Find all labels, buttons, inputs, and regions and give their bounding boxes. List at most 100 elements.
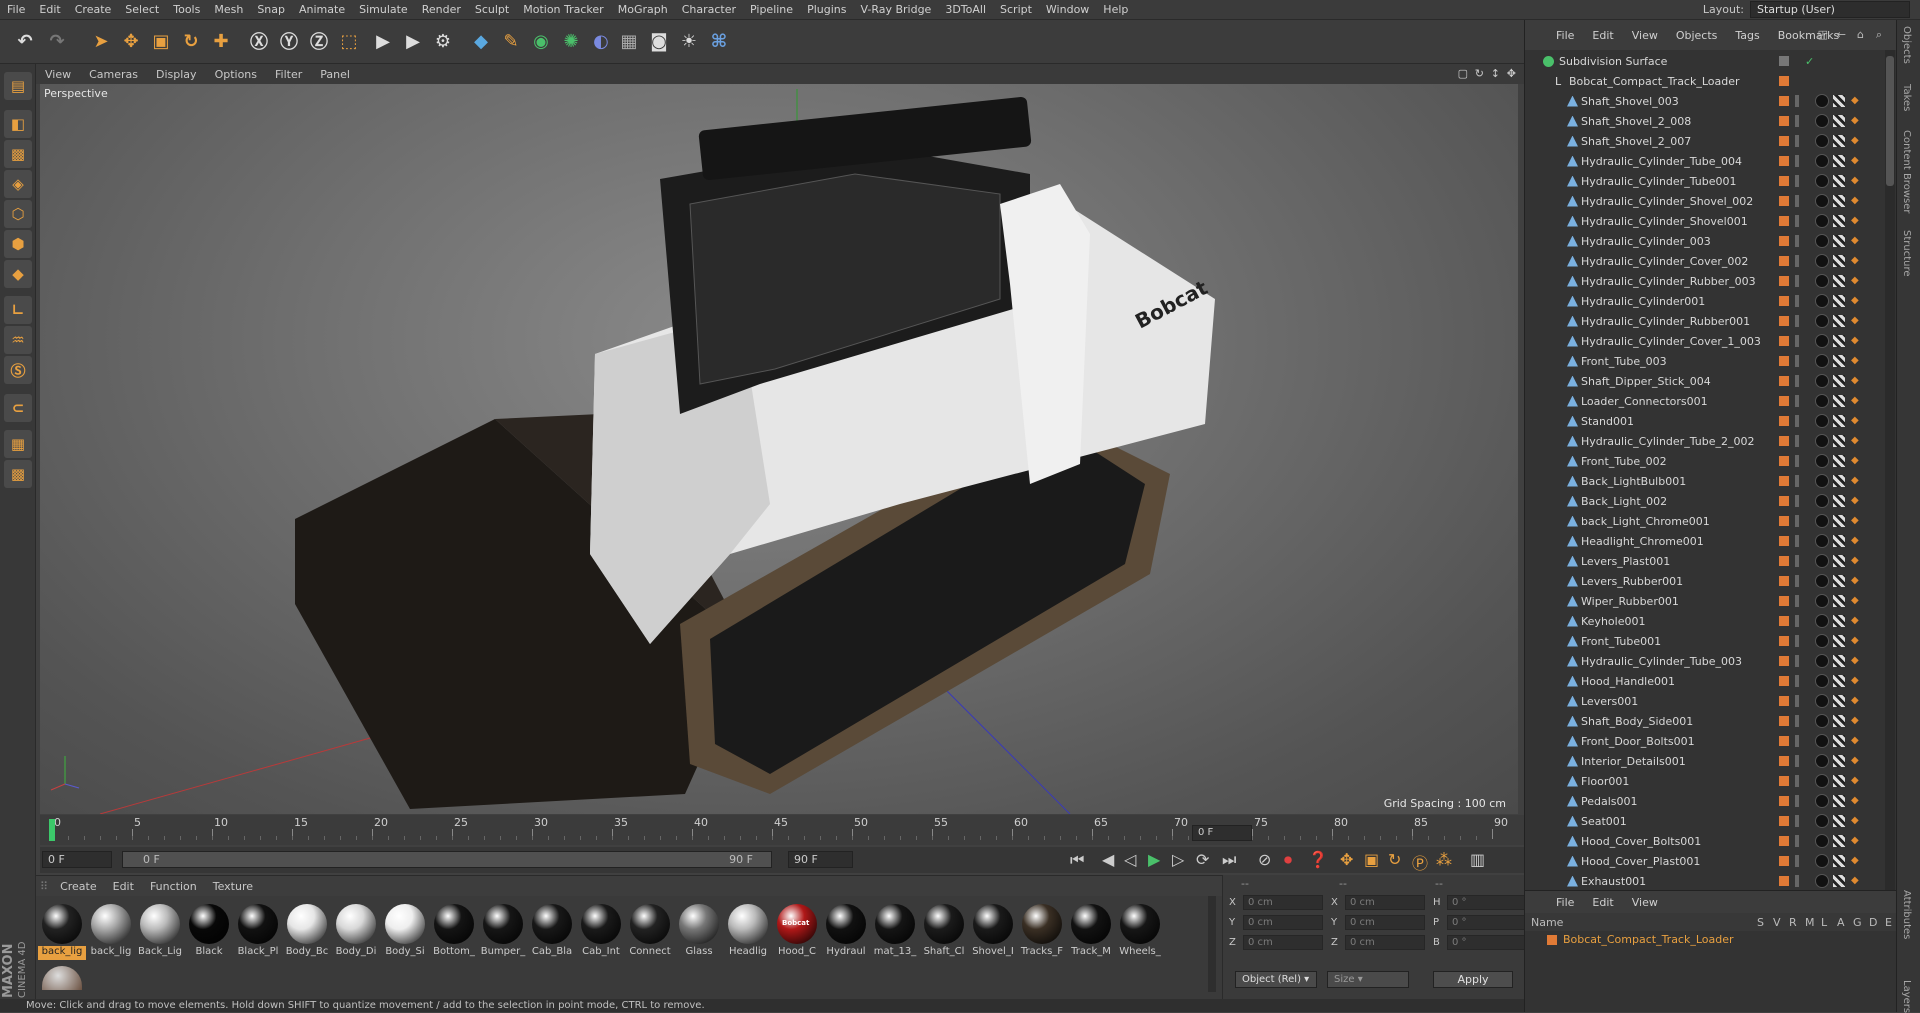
- layer-tag[interactable]: [1779, 156, 1789, 166]
- object-row[interactable]: Front_Tube001 ◆: [1525, 631, 1885, 651]
- material-menu-function[interactable]: Function: [142, 880, 205, 893]
- phong-tag[interactable]: ◆: [1851, 716, 1861, 726]
- uvw-tag[interactable]: [1833, 315, 1845, 327]
- visibility-toggle[interactable]: [1795, 695, 1799, 707]
- phong-tag[interactable]: ◆: [1851, 736, 1861, 746]
- material-tag[interactable]: [1815, 854, 1829, 868]
- material-tag[interactable]: [1815, 214, 1829, 228]
- layer-column-a[interactable]: A: [1837, 916, 1845, 929]
- menu-help[interactable]: Help: [1096, 0, 1135, 20]
- phong-tag[interactable]: ◆: [1851, 216, 1861, 226]
- material-tag[interactable]: [1815, 114, 1829, 128]
- object-row[interactable]: Hood_Handle001 ◆: [1525, 671, 1885, 691]
- phong-tag[interactable]: ◆: [1851, 596, 1861, 606]
- uvw-tag[interactable]: [1833, 555, 1845, 567]
- menu-mesh[interactable]: Mesh: [207, 0, 250, 20]
- object-row[interactable]: Headlight_Chrome001 ◆: [1525, 531, 1885, 551]
- layer-tag[interactable]: [1779, 616, 1789, 626]
- phong-tag[interactable]: ◆: [1851, 676, 1861, 686]
- layer-tag[interactable]: [1779, 736, 1789, 746]
- light-icon[interactable]: ☀: [674, 26, 704, 56]
- coord-value-field[interactable]: 0 cm: [1243, 935, 1323, 950]
- object-row[interactable]: Front_Tube_003 ◆: [1525, 351, 1885, 371]
- phong-tag[interactable]: ◆: [1851, 696, 1861, 706]
- zoom-view-icon[interactable]: ↕: [1491, 67, 1500, 80]
- uvw-tag[interactable]: [1833, 735, 1845, 747]
- object-row[interactable]: Interior_Details001 ◆: [1525, 751, 1885, 771]
- uvw-tag[interactable]: [1833, 875, 1845, 887]
- phong-tag[interactable]: ◆: [1851, 376, 1861, 386]
- uvw-tag[interactable]: [1833, 515, 1845, 527]
- magnet-icon[interactable]: ⊂: [4, 394, 32, 422]
- object-row-root[interactable]: Subdivision Surface ✓: [1525, 51, 1885, 71]
- pen-icon[interactable]: ✎: [496, 26, 526, 56]
- start-frame-field[interactable]: 0 F: [42, 851, 112, 868]
- deformer-icon[interactable]: ◐: [586, 26, 616, 56]
- pla-key-icon[interactable]: ⁂: [1436, 850, 1452, 869]
- object-row[interactable]: Hood_Cover_Plast001 ◆: [1525, 851, 1885, 871]
- end-frame-field[interactable]: 90 F: [788, 851, 853, 868]
- menu-window[interactable]: Window: [1039, 0, 1096, 20]
- object-row[interactable]: Levers001 ◆: [1525, 691, 1885, 711]
- play-icon[interactable]: ▶: [1148, 850, 1160, 869]
- uvw-tag[interactable]: [1833, 635, 1845, 647]
- phong-tag[interactable]: ◆: [1851, 236, 1861, 246]
- material-swatch[interactable]: back_lig: [38, 902, 86, 964]
- uvw-tag[interactable]: [1833, 815, 1845, 827]
- visibility-toggle[interactable]: [1795, 855, 1799, 867]
- go-start-icon[interactable]: ⏮: [1070, 850, 1084, 870]
- material-swatch[interactable]: Bobcat Hood_C: [773, 902, 819, 964]
- polygons-mode-icon[interactable]: ◆: [4, 260, 32, 288]
- layer-tag[interactable]: [1779, 376, 1789, 386]
- material-swatch[interactable]: Black: [185, 902, 231, 964]
- uvw-tag[interactable]: [1833, 855, 1845, 867]
- material-tag[interactable]: [1815, 714, 1829, 728]
- object-row[interactable]: Pedals001 ◆: [1525, 791, 1885, 811]
- layer-column-s[interactable]: S: [1757, 916, 1764, 929]
- phong-tag[interactable]: ◆: [1851, 296, 1861, 306]
- coord-value-field[interactable]: 0 cm: [1243, 895, 1323, 910]
- layer-tag[interactable]: [1779, 816, 1789, 826]
- layer-tag[interactable]: [1779, 456, 1789, 466]
- material-swatch[interactable]: Body_Bc: [283, 902, 329, 964]
- phong-tag[interactable]: ◆: [1851, 156, 1861, 166]
- uvw-tag[interactable]: [1833, 655, 1845, 667]
- visibility-toggle[interactable]: [1795, 95, 1799, 107]
- material-tag[interactable]: [1815, 754, 1829, 768]
- uvw-tag[interactable]: [1833, 335, 1845, 347]
- layer-column-r[interactable]: R: [1789, 916, 1797, 929]
- material-swatch[interactable]: Bumper_: [479, 902, 525, 964]
- phong-tag[interactable]: ◆: [1851, 836, 1861, 846]
- object-row[interactable]: Hydraulic_Cylinder_Rubber001 ◆: [1525, 311, 1885, 331]
- visibility-toggle[interactable]: [1795, 775, 1799, 787]
- material-tag[interactable]: [1815, 674, 1829, 688]
- object-menu-view[interactable]: View: [1623, 29, 1667, 42]
- phong-tag[interactable]: ◆: [1851, 276, 1861, 286]
- visibility-toggle[interactable]: [1795, 135, 1799, 147]
- timeline-ruler[interactable]: 0 5 10 15 20 25 30 35 40 45 50 55 60 65 70 75 80 85 90: [40, 815, 1524, 845]
- phong-tag[interactable]: ◆: [1851, 456, 1861, 466]
- phong-tag[interactable]: ◆: [1851, 96, 1861, 106]
- object-row[interactable]: Seat001 ◆: [1525, 811, 1885, 831]
- layer-menu-file[interactable]: File: [1547, 896, 1583, 909]
- uvw-tag[interactable]: [1833, 395, 1845, 407]
- prev-frame-icon[interactable]: ◁: [1124, 850, 1136, 869]
- uvw-tag[interactable]: [1833, 175, 1845, 187]
- material-swatch[interactable]: Bottom_: [430, 902, 476, 964]
- material-tag[interactable]: [1815, 274, 1829, 288]
- side-tab-takes[interactable]: Takes: [1901, 84, 1912, 111]
- layer-tag[interactable]: [1779, 596, 1789, 606]
- add-icon[interactable]: ✚: [206, 26, 236, 56]
- render-view-icon[interactable]: ▶: [368, 26, 398, 56]
- menu-render[interactable]: Render: [415, 0, 468, 20]
- model-mode-icon[interactable]: ◧: [4, 110, 32, 138]
- object-menu-file[interactable]: File: [1547, 29, 1583, 42]
- material-extra-swatch[interactable]: [42, 966, 82, 990]
- phong-tag[interactable]: ◆: [1851, 336, 1861, 346]
- layer-tag[interactable]: [1779, 436, 1789, 446]
- coord-value-field[interactable]: 0 °: [1447, 935, 1527, 950]
- pos-key-icon[interactable]: ✥: [1340, 850, 1353, 869]
- viewport-menu-panel[interactable]: Panel: [311, 68, 359, 81]
- object-row[interactable]: Shaft_Body_Side001 ◆: [1525, 711, 1885, 731]
- uvw-tag[interactable]: [1833, 475, 1845, 487]
